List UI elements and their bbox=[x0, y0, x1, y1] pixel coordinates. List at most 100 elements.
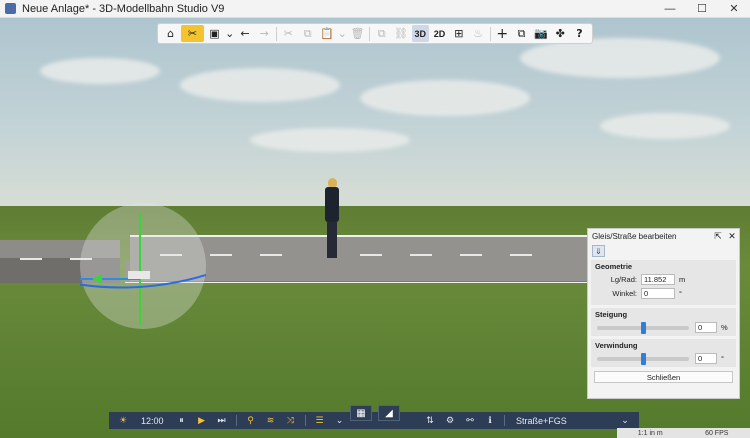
layers-icon[interactable]: ⧉ bbox=[513, 25, 530, 42]
lane-marking bbox=[410, 254, 432, 256]
gizmo-axes[interactable] bbox=[80, 203, 206, 329]
track-dropdown-icon[interactable]: ⌄ bbox=[618, 413, 632, 428]
view-2d-button[interactable]: 2D bbox=[431, 25, 448, 42]
slope-slider[interactable] bbox=[597, 321, 689, 334]
lane-marking bbox=[20, 258, 42, 260]
info-icon[interactable]: ℹ bbox=[483, 413, 497, 428]
camera-icon[interactable]: 📷 bbox=[532, 25, 549, 42]
track-edit-panel: Gleis/Straße bearbeiten ⇱ ✕ ⇓ Geometrie … bbox=[587, 228, 740, 399]
layers-icon[interactable]: ≋ bbox=[264, 413, 278, 428]
status-bar: 1:1 in m 60 FPS bbox=[617, 428, 750, 438]
cloud bbox=[360, 80, 530, 116]
length-label: Lg/Rad: bbox=[610, 275, 637, 284]
track-type-selector[interactable]: Straße+FGS bbox=[512, 413, 612, 428]
figure-person[interactable] bbox=[323, 178, 341, 258]
bottombar-divider bbox=[304, 415, 306, 426]
help-icon[interactable]: ? bbox=[571, 25, 588, 42]
tools-icon[interactable]: ✂ bbox=[181, 25, 204, 42]
link-icon[interactable]: ⛓ bbox=[392, 25, 409, 42]
undo-icon[interactable]: ← bbox=[236, 25, 253, 42]
slope-slider-thumb[interactable] bbox=[640, 321, 646, 334]
cloud bbox=[250, 128, 410, 152]
close-button[interactable]: ✕ bbox=[718, 0, 750, 18]
catalog-icon[interactable]: ☰ bbox=[313, 413, 327, 428]
cloud bbox=[180, 68, 340, 102]
settings-icon[interactable]: ⚙ bbox=[443, 413, 457, 428]
close-panel-button[interactable]: Schließen bbox=[594, 371, 733, 383]
shuffle-icon[interactable]: ⤨ bbox=[284, 413, 298, 428]
twist-slider-thumb[interactable] bbox=[640, 352, 646, 365]
cut-icon[interactable]: ✂ bbox=[280, 25, 297, 42]
bottombar-divider bbox=[504, 415, 505, 426]
pin-icon[interactable]: ⇓ bbox=[592, 245, 605, 257]
lamp-icon[interactable]: ♨ bbox=[469, 25, 486, 42]
lane-marking bbox=[210, 254, 232, 256]
search-icon[interactable]: ⚲ bbox=[244, 413, 258, 428]
cloud bbox=[600, 113, 730, 139]
cloud bbox=[520, 38, 720, 78]
twist-section: Verwindung 0 ° bbox=[591, 339, 736, 367]
slope-title: Steigung bbox=[595, 310, 628, 319]
twist-slider[interactable] bbox=[597, 352, 689, 365]
bottombar-divider bbox=[235, 415, 237, 426]
sun-icon[interactable]: ☀ bbox=[116, 413, 130, 428]
slope-section: Steigung 0 % bbox=[591, 308, 736, 336]
lane-marking bbox=[360, 254, 382, 256]
lane-marking bbox=[460, 254, 482, 256]
angle-input[interactable]: 0 bbox=[641, 288, 675, 299]
panel-title: Gleis/Straße bearbeiten bbox=[592, 231, 677, 241]
length-input[interactable]: 11.852 bbox=[641, 274, 675, 285]
view-grid-icon[interactable]: ▦ bbox=[350, 405, 372, 421]
terrain-icon[interactable]: ◢ bbox=[378, 405, 400, 421]
view-mode-buttons: ▦ ◢ bbox=[350, 405, 406, 421]
catalog-dropdown-icon[interactable]: ⌄ bbox=[333, 413, 347, 428]
maximize-button[interactable]: ☐ bbox=[686, 0, 718, 18]
angle-label: Winkel: bbox=[612, 289, 637, 298]
window-title: Neue Anlage* - 3D-Modellbahn Studio V9 bbox=[22, 2, 225, 15]
panel-header: Gleis/Straße bearbeiten ⇱ ✕ bbox=[588, 229, 739, 243]
twist-row: 0 ° bbox=[595, 352, 732, 365]
transform-gizmo[interactable] bbox=[80, 203, 206, 329]
save-icon[interactable]: ▣ bbox=[206, 25, 223, 42]
paste-icon[interactable]: 📋 bbox=[318, 25, 335, 42]
geometry-title: Geometrie bbox=[595, 262, 633, 271]
toolbar-divider bbox=[275, 26, 277, 41]
scale-status: 1:1 in m bbox=[637, 429, 663, 437]
slope-input[interactable]: 0 bbox=[695, 322, 717, 333]
title-bar: Neue Anlage* - 3D-Modellbahn Studio V9 —… bbox=[0, 0, 750, 18]
twist-input[interactable]: 0 bbox=[695, 353, 717, 364]
equalizer-icon[interactable]: ⇅ bbox=[423, 413, 437, 428]
length-unit: m bbox=[679, 275, 686, 284]
add-icon[interactable]: + bbox=[494, 25, 511, 42]
grid-icon[interactable]: ⊞ bbox=[450, 25, 467, 42]
play-icon[interactable]: ▶ bbox=[195, 413, 209, 428]
view-3d-button[interactable]: 3D bbox=[411, 25, 429, 42]
duplicate-icon[interactable]: ⧉ bbox=[373, 25, 390, 42]
pause-icon[interactable]: ⏸ bbox=[175, 413, 189, 428]
toolbar-divider bbox=[369, 26, 370, 41]
slope-unit: % bbox=[721, 323, 728, 332]
delete-icon[interactable]: 🗑 bbox=[349, 25, 366, 42]
geometry-section: Geometrie Lg/Rad: 11.852 m Winkel: 0 ° bbox=[591, 260, 736, 305]
save-dropdown-icon[interactable]: ⌄ bbox=[225, 25, 234, 42]
angle-unit: ° bbox=[679, 289, 682, 298]
paste-dropdown-icon[interactable]: ⌄ bbox=[338, 25, 347, 42]
app-icon bbox=[5, 3, 16, 14]
copy-icon[interactable]: ⧉ bbox=[299, 25, 316, 42]
main-toolbar: ⌂ ✂ ▣ ⌄ ← → ✂ ⧉ 📋 ⌄ 🗑 ⧉ ⛓ 3D 2D ⊞ ♨ + ⧉ … bbox=[157, 23, 593, 44]
network-icon[interactable]: ⚯ bbox=[463, 413, 477, 428]
minimize-button[interactable]: — bbox=[654, 0, 686, 18]
angle-row: Winkel: 0 ° bbox=[595, 288, 732, 299]
toolbar-divider bbox=[489, 26, 491, 41]
panel-close-icon[interactable]: ✕ bbox=[725, 231, 739, 242]
slope-row: 0 % bbox=[595, 321, 732, 334]
fast-forward-icon[interactable]: ⏭ bbox=[215, 413, 229, 428]
lane-marking bbox=[510, 254, 532, 256]
length-row: Lg/Rad: 11.852 m bbox=[595, 274, 732, 285]
plugin-icon[interactable]: ✤ bbox=[552, 25, 569, 42]
popout-icon[interactable]: ⇱ bbox=[711, 231, 725, 242]
home-icon[interactable]: ⌂ bbox=[162, 25, 179, 42]
redo-icon[interactable]: → bbox=[256, 25, 273, 42]
time-display[interactable]: 12:00 bbox=[141, 413, 164, 428]
twist-title: Verwindung bbox=[595, 341, 638, 350]
